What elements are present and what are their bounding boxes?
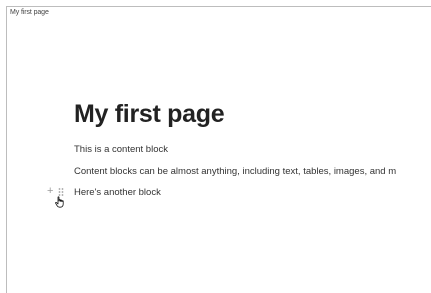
content-block[interactable]: Content blocks can be almost anything, i… (74, 166, 396, 177)
content-block[interactable]: Here's another block (74, 187, 161, 198)
editor-area[interactable]: My first page This is a content block Co… (7, 7, 431, 293)
app-window: My first page My first page This is a co… (6, 6, 431, 293)
hand-pointer-icon (54, 195, 66, 208)
page-title[interactable]: My first page (74, 100, 225, 129)
content-block[interactable]: This is a content block (74, 144, 168, 155)
plus-icon[interactable]: + (47, 185, 53, 197)
